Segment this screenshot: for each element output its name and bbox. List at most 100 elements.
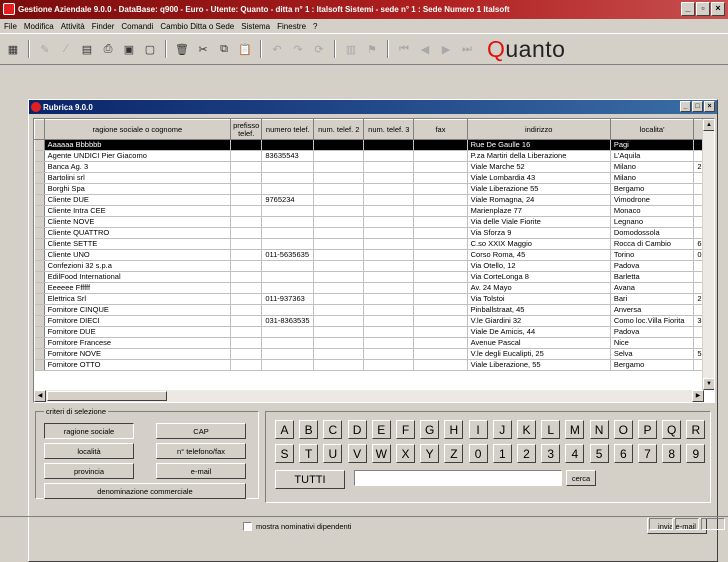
cell-localita[interactable]: Avana <box>610 282 695 294</box>
letter-button-j[interactable]: J <box>492 420 512 439</box>
letter-button-o[interactable]: O <box>613 420 633 439</box>
table-row[interactable]: Fornitore CINQUE Pinballstraat, 45 Anversa <box>34 304 714 316</box>
scroll-right-icon[interactable]: ▶ <box>692 390 704 402</box>
menu-finestre[interactable]: Finestre <box>277 22 306 31</box>
cell-num-telef-2[interactable] <box>313 249 365 261</box>
letter-button-s[interactable]: S <box>275 444 294 463</box>
letter-button-8[interactable]: 8 <box>662 444 682 463</box>
cell-num-telef-2[interactable] <box>313 271 365 283</box>
menu-comandi[interactable]: Comandi <box>121 22 153 31</box>
menu-help[interactable]: ? <box>313 22 317 31</box>
cell-ragione-sociale[interactable]: Cliente QUATTRO <box>44 227 232 239</box>
cell-fax[interactable] <box>413 348 468 360</box>
menu-attivita[interactable]: Attività <box>61 22 85 31</box>
letter-button-a[interactable]: A <box>275 420 294 439</box>
cell-prefisso[interactable] <box>230 271 263 283</box>
cell-localita[interactable]: Selva <box>610 348 695 360</box>
letter-button-q[interactable]: Q <box>662 420 682 439</box>
table-row[interactable]: EdilFood International Via CorteLonga 8 Ba… <box>34 271 714 283</box>
letter-button-5[interactable]: 5 <box>589 444 609 463</box>
ragione-sociale-button[interactable]: ragione sociale <box>44 423 134 439</box>
pen-icon[interactable]: ∕ <box>57 40 75 58</box>
cell-prefisso[interactable] <box>230 315 263 327</box>
cell-indirizzo[interactable]: Viale Lombardia 43 <box>467 172 611 184</box>
table-row[interactable]: Cliente QUATTRO Via Sforza 9 Domodossola <box>34 227 714 239</box>
cell-localita[interactable]: L'Aquila <box>610 150 695 162</box>
cell-num-telef-3[interactable] <box>363 205 415 217</box>
cell-num-telef-3[interactable] <box>363 194 415 206</box>
letter-button-y[interactable]: Y <box>420 444 440 463</box>
letter-button-g[interactable]: G <box>420 420 440 439</box>
vertical-scrollbar[interactable]: ▲ ▼ <box>702 119 714 390</box>
cell-prefisso[interactable] <box>230 282 263 294</box>
cell-numero-telef[interactable] <box>261 205 315 217</box>
table-row[interactable]: Confezioni 32 s.p.a Via Otello, 12 Padova <box>34 260 714 272</box>
table-row[interactable]: Cliente SETTE C.so XXIX Maggio Rocca di Ca… <box>34 238 714 250</box>
cell-fax[interactable] <box>413 205 468 217</box>
provincia-button[interactable]: provincia <box>44 463 134 479</box>
cell-fax[interactable] <box>413 271 468 283</box>
cell-num-telef-2[interactable] <box>313 326 365 338</box>
letter-button-4[interactable]: 4 <box>565 444 585 463</box>
table-row[interactable]: Aaaaaa Bbbbbb Rue De Gaulle 16 Pagi <box>34 139 714 151</box>
row-indicator[interactable] <box>34 150 45 162</box>
cell-num-telef-3[interactable] <box>363 161 415 173</box>
cell-fax[interactable] <box>413 260 468 272</box>
table-row[interactable]: Fornitore DUE Viale De Amicis, 44 Padova <box>34 326 714 338</box>
cell-indirizzo[interactable]: Via delle Viale Fiorite <box>467 216 611 228</box>
cell-ragione-sociale[interactable]: Fornitore CINQUE <box>44 304 232 316</box>
cell-numero-telef[interactable] <box>261 260 315 272</box>
cell-ragione-sociale[interactable]: Cliente NOVE <box>44 216 232 228</box>
cerca-button[interactable]: cerca <box>566 470 596 486</box>
cell-fax[interactable] <box>413 337 468 349</box>
cell-numero-telef[interactable] <box>261 227 315 239</box>
cell-num-telef-2[interactable] <box>313 337 365 349</box>
first-record-icon[interactable]: ⏮ <box>395 40 413 58</box>
cell-localita[interactable]: Como loc.Villa Fiorita <box>610 315 695 327</box>
cell-num-telef-2[interactable] <box>313 227 365 239</box>
cell-numero-telef[interactable] <box>261 271 315 283</box>
cell-prefisso[interactable] <box>230 260 263 272</box>
row-indicator[interactable] <box>34 271 45 283</box>
cell-indirizzo[interactable]: Viale Romagna, 24 <box>467 194 611 206</box>
cell-numero-telef[interactable]: 011-937363 <box>261 293 315 305</box>
cell-num-telef-2[interactable] <box>313 282 365 294</box>
cell-num-telef-2[interactable] <box>313 238 365 250</box>
cell-fax[interactable] <box>413 183 468 195</box>
cell-prefisso[interactable] <box>230 293 263 305</box>
row-indicator[interactable] <box>34 293 45 305</box>
cell-localita[interactable]: Barletta <box>610 271 695 283</box>
cell-num-telef-3[interactable] <box>363 172 415 184</box>
cell-prefisso[interactable] <box>230 326 263 338</box>
cell-prefisso[interactable] <box>230 348 263 360</box>
scroll-up-icon[interactable]: ▲ <box>703 119 714 131</box>
letter-button-k[interactable]: K <box>517 420 536 439</box>
row-indicator[interactable] <box>34 161 45 173</box>
cell-num-telef-2[interactable] <box>313 194 365 206</box>
cell-fax[interactable] <box>413 172 468 184</box>
menu-cambio-ditta[interactable]: Cambio Ditta o Sede <box>160 22 234 31</box>
cell-ragione-sociale[interactable]: Fornitore OTTO <box>44 359 232 371</box>
cell-num-telef-2[interactable] <box>313 183 365 195</box>
row-indicator[interactable] <box>34 227 45 239</box>
cell-localita[interactable]: Bari <box>610 293 695 305</box>
cell-num-telef-3[interactable] <box>363 348 415 360</box>
cell-numero-telef[interactable] <box>261 216 315 228</box>
cell-num-telef-3[interactable] <box>363 150 415 162</box>
cell-ragione-sociale[interactable]: Fornitore NOVE <box>44 348 232 360</box>
cell-indirizzo[interactable]: Viale Liberazione 55 <box>467 183 611 195</box>
cell-ragione-sociale[interactable]: Aaaaaa Bbbbbb <box>44 139 232 151</box>
cell-prefisso[interactable] <box>230 216 263 228</box>
cell-indirizzo[interactable]: Via Sforza 9 <box>467 227 611 239</box>
table-row[interactable]: Cliente DUE 9765234 Viale Romagna, 24 Vimod… <box>34 194 714 206</box>
row-indicator[interactable] <box>34 348 45 360</box>
cell-localita[interactable]: Bergamo <box>610 183 695 195</box>
cell-localita[interactable]: Torino <box>610 249 695 261</box>
row-indicator[interactable] <box>34 260 45 272</box>
row-indicator[interactable] <box>34 282 45 294</box>
close-button[interactable]: × <box>711 2 725 16</box>
col-num-telef-3[interactable]: num. telef. 3 <box>363 119 415 140</box>
row-indicator[interactable] <box>34 205 45 217</box>
cell-localita[interactable]: Monaco <box>610 205 695 217</box>
table-row[interactable]: Cliente UNO 011-5635635 Corso Roma, 45 Tori… <box>34 249 714 261</box>
